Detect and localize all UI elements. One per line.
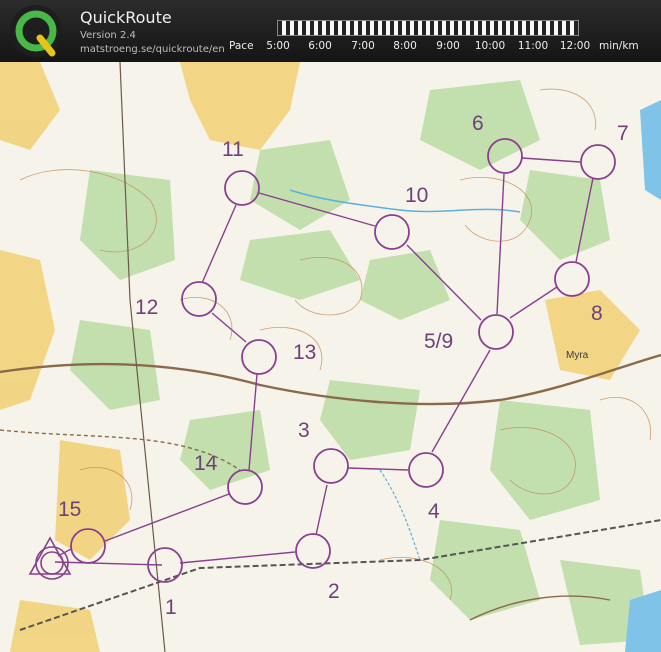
quickroute-logo-icon — [10, 5, 62, 57]
control-label: 3 — [298, 419, 310, 442]
pace-label: Pace — [229, 40, 254, 52]
control-label: 10 — [405, 184, 428, 207]
pace-unit: min/km — [599, 40, 639, 52]
control-label: 13 — [293, 341, 316, 364]
control-label: 14 — [194, 452, 218, 475]
control-label: 1 — [165, 596, 177, 619]
pace-tick: 7:00 — [351, 40, 375, 52]
pace-tick: 11:00 — [517, 40, 549, 52]
control-label: 2 — [328, 580, 340, 603]
map-canvas[interactable]: 1 2 3 4 5/9 6 7 8 10 11 12 13 14 15 Myra — [0, 62, 661, 652]
control-label: 11 — [222, 138, 244, 161]
pace-tick: 9:00 — [436, 40, 460, 52]
pace-tick: 6:00 — [308, 40, 332, 52]
app-url[interactable]: matstroeng.se/quickroute/en — [80, 44, 225, 55]
app-header: QuickRoute Version 2.4 matstroeng.se/qui… — [0, 0, 661, 62]
control-label: 15 — [58, 498, 81, 521]
control-label: 12 — [135, 296, 158, 319]
control-label: 8 — [591, 302, 603, 325]
orienteering-map[interactable]: 1 2 3 4 5/9 6 7 8 10 11 12 13 14 15 Myra — [0, 62, 661, 652]
app-title: QuickRoute — [80, 8, 172, 27]
control-label: 6 — [472, 112, 484, 135]
app-version: Version 2.4 — [80, 30, 136, 41]
pace-tick: 8:00 — [393, 40, 417, 52]
control-label: 4 — [428, 500, 440, 523]
pace-tick: 10:00 — [474, 40, 506, 52]
place-name: Myra — [566, 350, 589, 361]
control-label: 7 — [617, 122, 629, 145]
pace-tick: 5:00 — [266, 40, 290, 52]
pace-tick: 12:00 — [559, 40, 591, 52]
control-label: 5/9 — [424, 330, 453, 353]
pace-color-scale — [277, 20, 579, 36]
